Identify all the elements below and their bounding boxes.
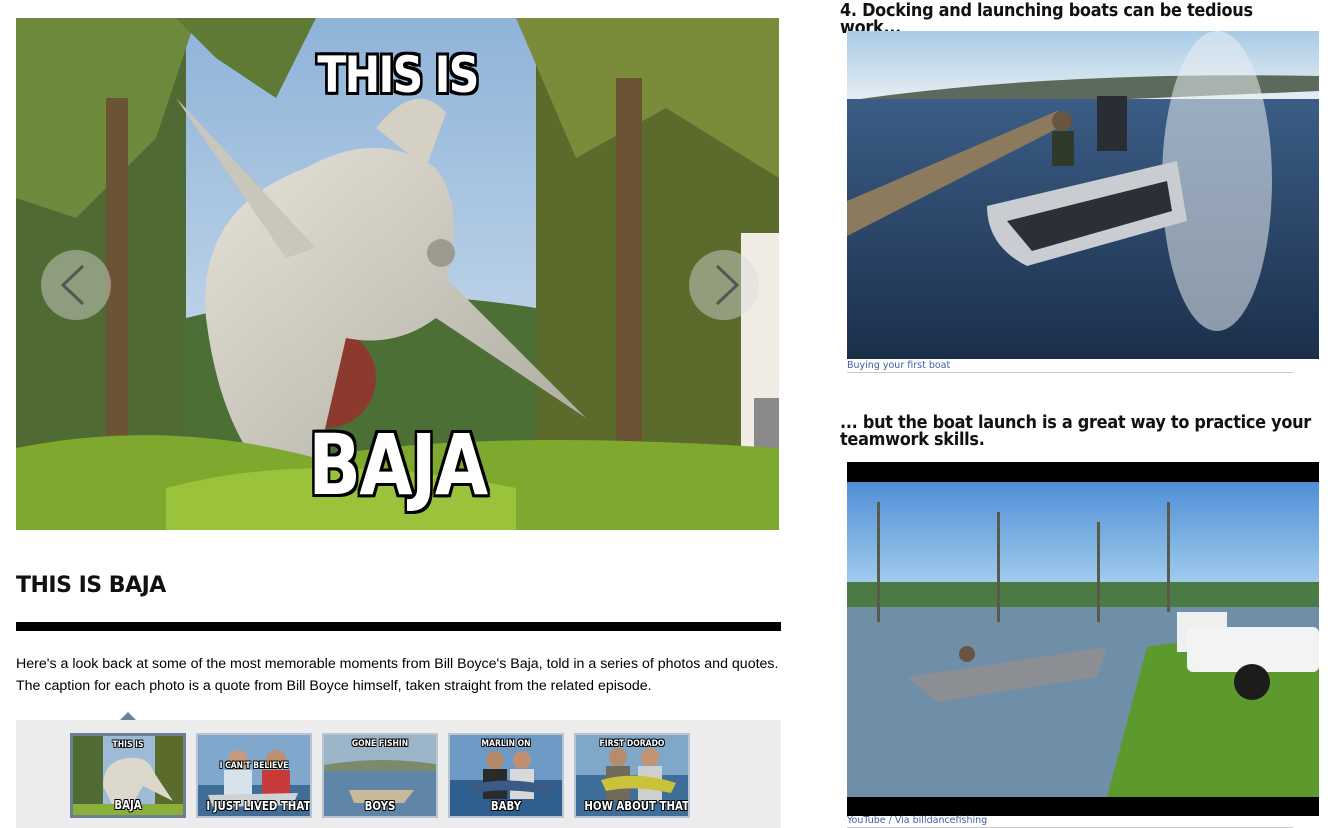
credit-link-youtube-billdancefishing[interactable]: YouTube / Via billdancefishing — [847, 815, 987, 826]
thumbnail-3[interactable]: GONE FISHIN BOYS — [322, 733, 438, 818]
boat-at-dock-photo — [847, 31, 1319, 359]
credit-link-buying-first-boat[interactable]: Buying your first boat — [847, 360, 950, 371]
docking-boat-image — [847, 31, 1319, 359]
chevron-left-icon — [60, 264, 85, 306]
thumbnail-4[interactable]: MARLIN ON BABY — [448, 733, 564, 818]
slide-title: THIS IS BAJA — [16, 573, 166, 598]
chevron-right-icon — [715, 264, 740, 306]
slideshow: THIS IS BAJA — [16, 18, 779, 530]
previous-slide-button[interactable] — [41, 250, 111, 320]
thumbnail-caption-bottom: HOW ABOUT THAT — [584, 799, 690, 813]
title-divider — [16, 622, 781, 631]
thumbnail-5[interactable]: FIRST DORADO HOW ABOUT THAT — [574, 733, 690, 818]
boat-launch-video[interactable] — [847, 462, 1319, 816]
thumbnail-caption-top: FIRST DORADO — [599, 739, 665, 749]
meme-top-caption: THIS IS — [317, 46, 479, 104]
thumbnail-caption-top: THIS IS — [112, 740, 144, 750]
thumbnail-strip: THIS IS BAJA I CAN'T BELIEVE I JUST LIVE… — [16, 712, 781, 828]
next-slide-button[interactable] — [689, 250, 759, 320]
thumbnail-1[interactable]: THIS IS BAJA — [70, 733, 186, 818]
active-thumbnail-indicator — [120, 712, 136, 720]
credit-divider — [847, 372, 1293, 373]
meme-bottom-caption: BAJA — [308, 416, 488, 514]
article-heading-teamwork: ... but the boat launch is a great way t… — [840, 413, 1311, 450]
thumbnail-caption-bottom: I JUST LIVED THAT — [206, 799, 311, 813]
slide-description: Here's a look back at some of the most m… — [16, 656, 779, 694]
thumbnail-caption-bottom: BABY — [490, 799, 522, 813]
thumbnail-caption-top: MARLIN ON — [481, 739, 531, 749]
thumbnail-caption-top: I CAN'T BELIEVE — [219, 761, 289, 771]
thumbnail-2[interactable]: I CAN'T BELIEVE I JUST LIVED THAT — [196, 733, 312, 818]
thumbnail-caption-bottom: BAJA — [114, 798, 142, 812]
thumbnail-caption-bottom: BOYS — [364, 799, 396, 813]
thumbnail-caption-top: GONE FISHIN — [351, 739, 409, 749]
boat-launch-photo — [847, 462, 1319, 816]
